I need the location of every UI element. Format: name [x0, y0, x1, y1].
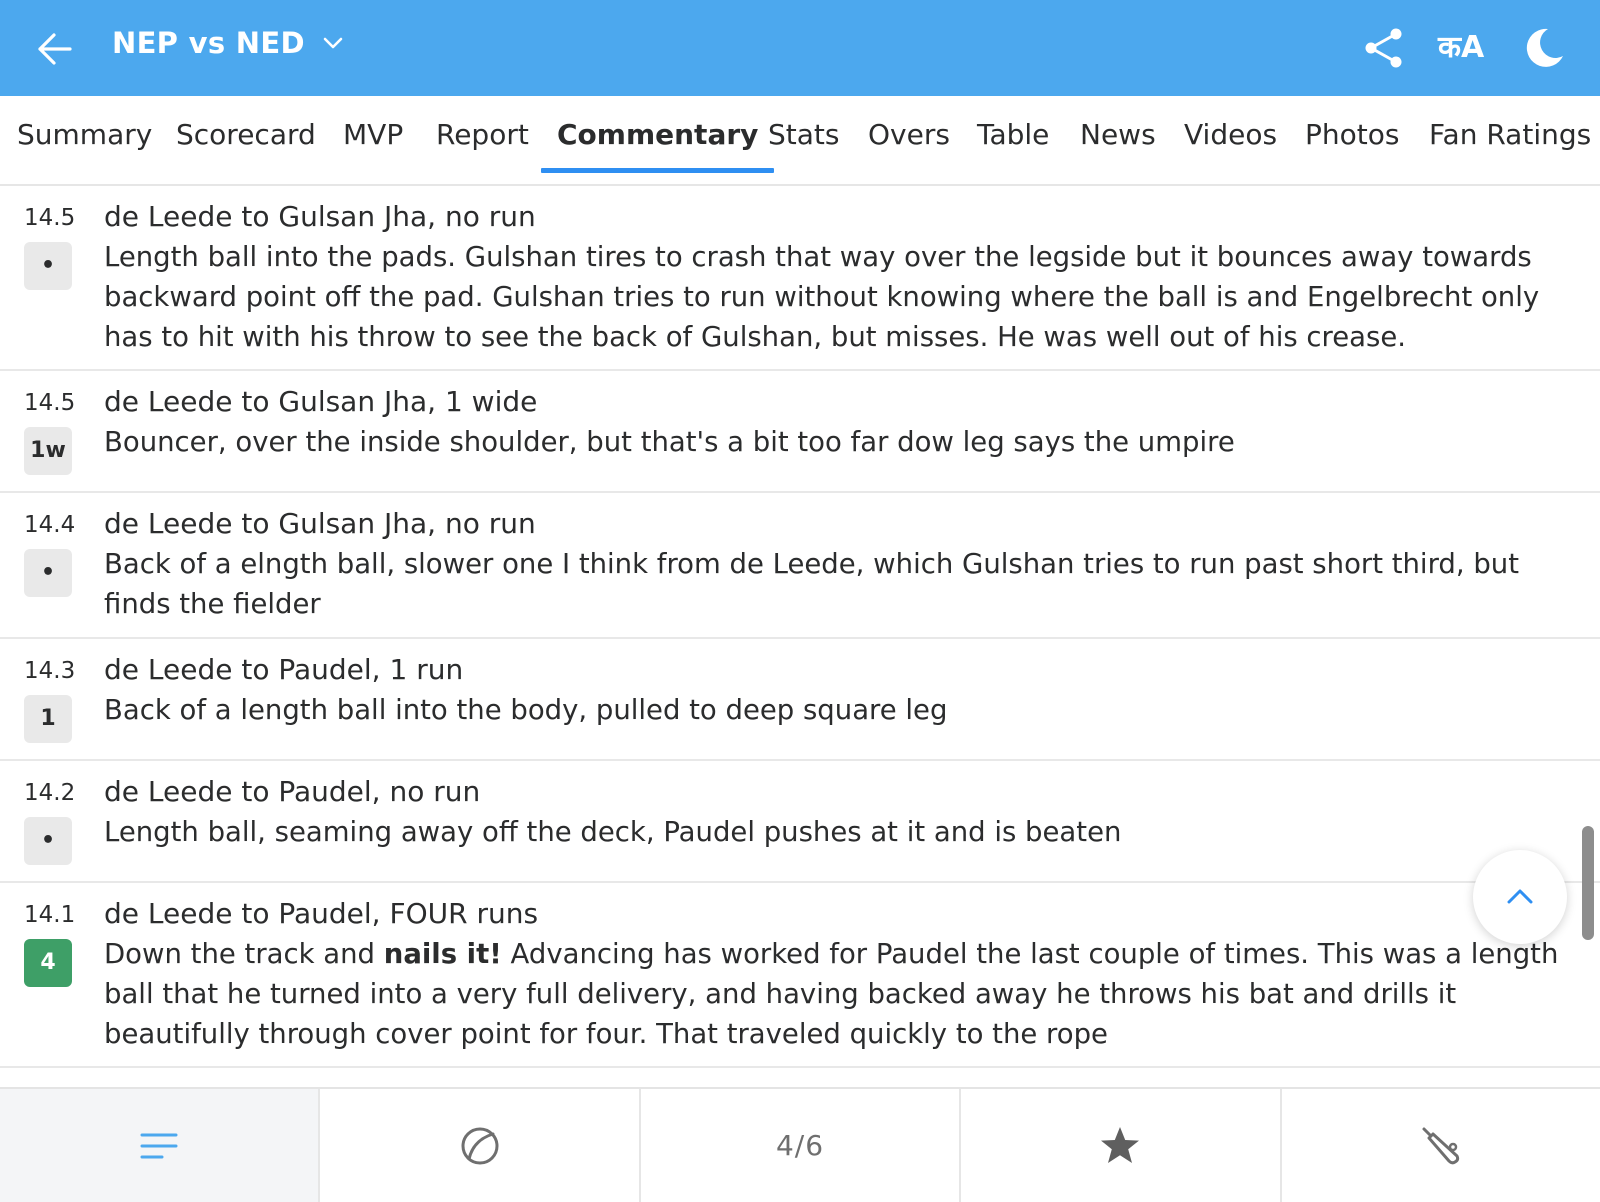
ball-result-badge: 4	[24, 939, 72, 987]
tab-scorecard[interactable]: Scorecard	[176, 96, 316, 184]
commentary-item: 14.2 • de Leede to Paudel, no run Length…	[0, 761, 1600, 883]
tab-report[interactable]: Report	[436, 96, 529, 184]
tab-summary[interactable]: Summary	[17, 96, 152, 184]
ball-icon	[461, 1127, 499, 1164]
ball-title: de Leede to Gulsan Jha, no run	[104, 507, 536, 540]
over-number: 14.3	[24, 658, 76, 684]
app-header: NEP vs NED कA	[0, 0, 1600, 96]
ball-commentary-text: Down the track and nails it! Advancing h…	[104, 934, 1574, 1054]
commentary-feed: 14.5 • de Leede to Gulsan Jha, no run Le…	[0, 186, 1600, 1068]
bottom-nav: 4/6	[0, 1087, 1600, 1202]
nav-over-counter[interactable]: 4/6	[638, 1089, 959, 1202]
back-button[interactable]	[34, 28, 76, 70]
text-highlight: nails it!	[383, 938, 502, 970]
over-counter: 4/6	[775, 1129, 825, 1162]
tab-mvp[interactable]: MVP	[343, 96, 403, 184]
ball-title: de Leede to Gulsan Jha, 1 wide	[104, 385, 538, 418]
star-icon	[1101, 1126, 1140, 1163]
ball-commentary-text: Back of a length ball into the body, pul…	[104, 694, 948, 726]
ball-result-badge: 1w	[24, 427, 72, 475]
tab-bar: Summary Scorecard MVP Report Commentary …	[0, 96, 1600, 186]
tab-news[interactable]: News	[1080, 96, 1156, 184]
ball-result-badge: •	[24, 242, 72, 290]
ball-commentary-text: Length ball, seaming away off the deck, …	[104, 816, 1122, 848]
text-segment: Down the track and	[104, 938, 384, 970]
tab-videos[interactable]: Videos	[1184, 96, 1277, 184]
over-number: 14.4	[24, 512, 76, 538]
over-number: 14.5	[24, 390, 76, 416]
chevron-down-icon	[323, 37, 343, 49]
list-icon	[140, 1133, 178, 1158]
chevron-up-icon	[1507, 889, 1533, 904]
moon-icon	[1526, 28, 1563, 67]
commentary-item: 14.5 1w de Leede to Gulsan Jha, 1 wide B…	[0, 371, 1600, 493]
tab-fan-ratings[interactable]: Fan Ratings	[1429, 96, 1591, 184]
tab-stats[interactable]: Stats	[768, 96, 839, 184]
over-number: 14.1	[24, 902, 76, 928]
ball-commentary-text: Back of a elngth ball, slower one I thin…	[104, 548, 1520, 620]
share-icon	[1365, 28, 1402, 68]
commentary-item: 14.1 4 de Leede to Paudel, FOUR runs Dow…	[0, 883, 1600, 1068]
nav-batting[interactable]	[1279, 1089, 1600, 1202]
tab-table[interactable]: Table	[977, 96, 1049, 184]
back-arrow-icon	[38, 33, 72, 65]
over-number: 14.5	[24, 205, 76, 231]
match-title: NEP vs NED	[112, 26, 305, 60]
ball-title: de Leede to Paudel, no run	[104, 775, 481, 808]
commentary-item: 14.5 • de Leede to Gulsan Jha, no run Le…	[0, 186, 1600, 371]
dark-mode-toggle[interactable]	[1522, 26, 1566, 70]
tab-overs[interactable]: Overs	[868, 96, 950, 184]
nav-ball-filter[interactable]	[318, 1089, 638, 1202]
ball-commentary-text: Bouncer, over the inside shoulder, but t…	[104, 426, 1235, 458]
commentary-item: 14.3 1 de Leede to Paudel, 1 run Back of…	[0, 639, 1600, 761]
share-button[interactable]	[1362, 26, 1406, 70]
over-number: 14.2	[24, 780, 76, 806]
match-selector[interactable]: NEP vs NED	[112, 26, 345, 60]
tab-photos[interactable]: Photos	[1305, 96, 1399, 184]
scroll-to-top-button[interactable]	[1473, 850, 1567, 944]
bat-icon	[1422, 1127, 1459, 1164]
commentary-item: 14.4 • de Leede to Gulsan Jha, no run Ba…	[0, 493, 1600, 639]
ball-title: de Leede to Paudel, 1 run	[104, 653, 464, 686]
ball-title: de Leede to Gulsan Jha, no run	[104, 200, 536, 233]
ball-result-badge: •	[24, 817, 72, 865]
language-icon: कA	[1438, 30, 1485, 65]
tab-commentary[interactable]: Commentary	[540, 96, 775, 184]
ball-result-badge: 1	[24, 695, 72, 743]
scrollbar-thumb[interactable]	[1582, 826, 1594, 940]
nav-commentary-list[interactable]	[0, 1089, 319, 1202]
nav-highlights[interactable]	[959, 1089, 1279, 1202]
ball-title: de Leede to Paudel, FOUR runs	[104, 897, 539, 930]
ball-commentary-text: Length ball into the pads. Gulshan tires…	[104, 241, 1540, 353]
ball-result-badge: •	[24, 549, 72, 597]
language-button[interactable]: कA	[1438, 26, 1494, 70]
